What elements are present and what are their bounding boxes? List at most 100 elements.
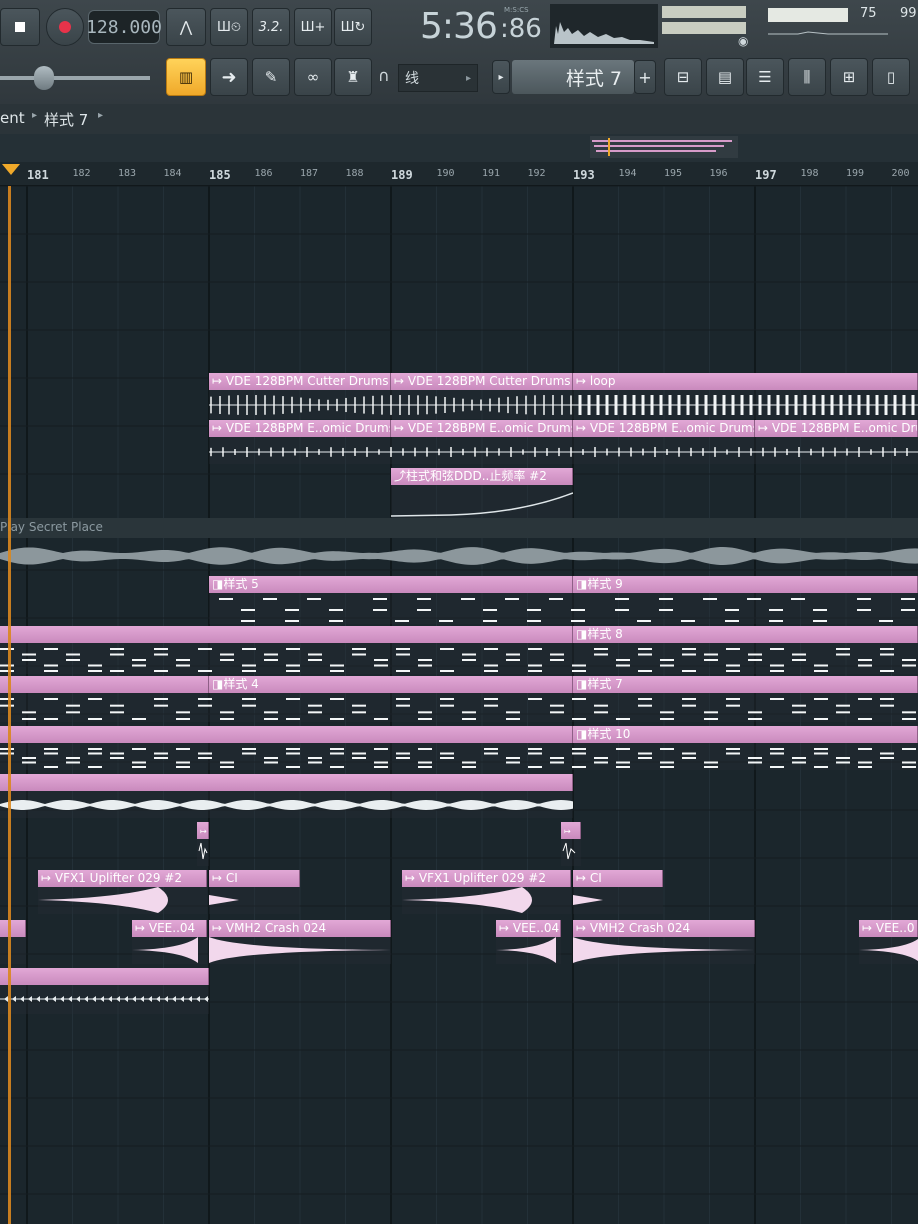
clip-uplifter-2[interactable]: ↦ VFX1 Uplifter 029 #2 [402,870,571,914]
stop-button[interactable] [0,8,40,46]
ruler-bar-198[interactable]: 198 [801,168,819,179]
ruler-bar-187[interactable]: 187 [300,168,318,179]
countdown-button[interactable]: 3.2. [252,8,290,46]
select-arrow-tool[interactable]: ➜ [210,58,248,96]
ruler-bar-191[interactable]: 191 [482,168,500,179]
timeline-ruler[interactable]: 181 182 183 184 185 186 187 188 189 190 191 192 193 1… [0,162,918,186]
clip-ci-2[interactable]: ↦ CI [573,870,663,914]
ruler-bar-183[interactable]: 183 [118,168,136,179]
clip-arrow-icon: ↦ [862,921,876,935]
clip-crash-prev[interactable] [0,920,26,964]
stamp-tool[interactable]: ♜ [334,58,372,96]
clip-name: 柱式和弦DDD..止频率 #2 [406,469,547,483]
stop-icon [15,22,25,32]
draw-tool[interactable]: ✎ [252,58,290,96]
metronome-button[interactable]: ⋀ [166,8,206,46]
clip-header: ↦ VDE 128BPM Cutter Drums 1 [391,373,573,390]
playlist-grid[interactable]: ↦ VDE 128BPM Cutter Drums 1 ↦ VDE 128BPM… [0,186,918,1224]
clip-arrow-icon: ↦ [394,374,408,388]
waveform-drums [209,395,918,415]
pencil-icon: ✎ [264,68,278,86]
ruler-bar-197[interactable]: 197 [755,168,777,182]
eye-icon[interactable]: ◉ [738,34,748,48]
waveform-audio-track [0,547,918,565]
clip-name: 样式 4 [223,677,259,691]
playlist-icon: ⊟ [676,68,690,86]
pattern-prev-button[interactable]: ▸ [492,60,510,94]
clip-header: ↦ VDE 128BPM Cutter Drums 1 [209,373,391,390]
clip-name: 样式 10 [587,727,631,741]
ruler-bar-189[interactable]: 189 [391,168,413,182]
automation-curve [391,492,573,517]
clip-arrow-icon: ↦ [576,421,590,435]
clip-arrow-icon: ↦ [576,921,590,935]
record-button[interactable] [46,8,84,46]
ruler-bar-196[interactable]: 196 [710,168,728,179]
add-pattern-button[interactable]: + [634,60,656,94]
snap-selector[interactable]: 线 ▸ [398,64,478,92]
clip-vee-3[interactable]: ↦ VEE..0 [859,920,918,964]
breadcrumb-part-2[interactable]: 样式 7 [44,109,88,130]
clip-automation[interactable]: ⤴柱式和弦DDD..止频率 #2 [391,468,573,518]
ruler-bar-186[interactable]: 186 [255,168,273,179]
audio-track-header[interactable]: Play Secret Place [0,518,918,538]
ruler-bar-192[interactable]: 192 [528,168,546,179]
clip-crash-1[interactable]: ↦ VMH2 Crash 024 [209,920,391,964]
link-tool[interactable]: ∞ [294,58,332,96]
master-level-bar-left [662,6,746,18]
ruler-bar-199[interactable]: 199 [846,168,864,179]
step-edit-button[interactable]: Ш+ [294,8,332,46]
playlist-window-button[interactable]: ⊟ [664,58,702,96]
channel-rack-window-button[interactable]: ☰ [746,58,784,96]
clip-ci-1[interactable]: ↦ CI [209,870,300,914]
playhead-marker-icon[interactable] [2,164,20,175]
ruler-bar-200[interactable]: 200 [892,168,910,179]
playlist-pattern-tool-button[interactable]: ▥ [166,58,206,96]
ruler-bar-193[interactable]: 193 [573,168,595,182]
loop-record-icon: Ш↻ [340,19,366,35]
clip-header: ↦ CI [209,870,300,887]
clip-header: ◨样式 7 [573,676,918,693]
ruler-bar-188[interactable]: 188 [346,168,364,179]
clip-small-2[interactable]: ↦ [561,822,581,866]
clip-arrow-icon: ↦ [394,421,408,435]
clip-crash-2[interactable]: ↦ VMH2 Crash 024 [573,920,755,964]
automation-icon: ⤴ [394,469,407,483]
project-info-button[interactable]: ▯ [872,58,910,96]
metronome-icon: ⋀ [179,18,193,36]
clip-vee-1[interactable]: ↦ VEE..04 [132,920,207,964]
ruler-bar-184[interactable]: 184 [164,168,182,179]
ruler-bar-181[interactable]: 181 [27,168,49,182]
overview-window[interactable] [590,136,738,158]
waveform-tail [0,996,209,1002]
browser-window-button[interactable]: ⊞ [830,58,868,96]
tempo-display[interactable]: 128.000 [86,10,162,44]
ruler-bar-182[interactable]: 182 [73,168,91,179]
magnet-icon[interactable]: ∩ [378,66,390,85]
clip-small-1[interactable]: ↦ [197,822,209,866]
clip-vee-2[interactable]: ↦ VEE..04 [496,920,561,964]
clip-header: ↦ VEE..0 [859,920,918,937]
ruler-bar-190[interactable]: 190 [437,168,455,179]
clip-arrow-icon: ↦ [405,871,419,885]
piano-roll-window-button[interactable]: ▤ [706,58,744,96]
master-volume-knob[interactable] [34,66,54,90]
ruler-bar-185[interactable]: 185 [209,168,231,182]
pattern-selector[interactable]: 样式 7 [512,60,634,94]
ruler-bar-194[interactable]: 194 [619,168,637,179]
clip-uplifter-1[interactable]: ↦ VFX1 Uplifter 029 #2 [38,870,207,914]
playlist-overview[interactable] [0,134,918,162]
ruler-bar-195[interactable]: 195 [664,168,682,179]
wait-input-button[interactable]: Ш⏲ [210,8,248,46]
clip-name: VDE 128BPM E..omic Drums 6 [589,421,755,435]
mixer-window-button[interactable]: ⫼ [788,58,826,96]
master-volume-slider-track[interactable] [0,76,150,80]
snap-label: 线 [405,71,419,87]
clip-arrow-icon: ↦ [135,921,149,935]
song-position-clock[interactable]: 5:36 M:S:CS :86 [416,2,542,50]
clip-header: ↦ [197,822,209,839]
piano-icon: ▥ [178,68,194,86]
clip-header: ◨样式 8 [573,626,918,643]
breadcrumb-part-1[interactable]: ent [0,109,25,127]
loop-record-button[interactable]: Ш↻ [334,8,372,46]
